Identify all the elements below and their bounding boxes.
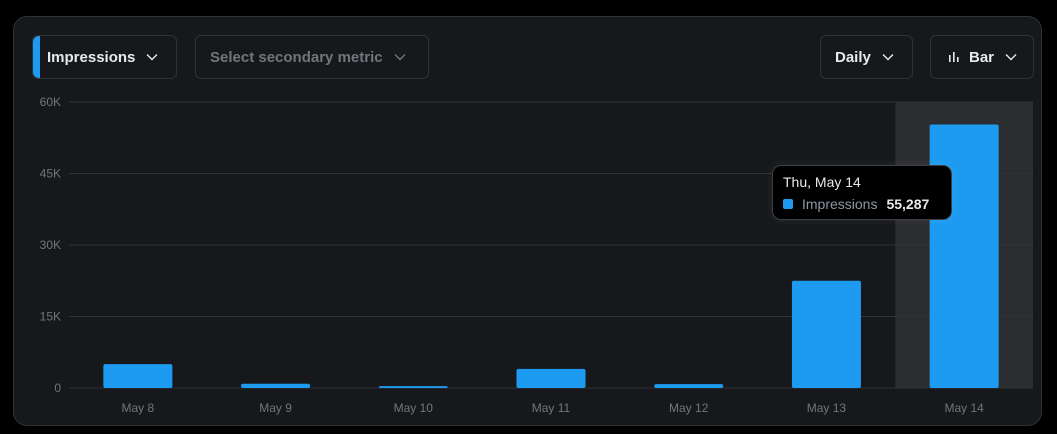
tooltip-row: Impressions 55,287 bbox=[783, 196, 941, 212]
y-tick-label: 45K bbox=[40, 167, 61, 181]
y-tick-label: 60K bbox=[40, 95, 61, 109]
tooltip-date: Thu, May 14 bbox=[783, 174, 861, 190]
x-tick-label: May 9 bbox=[259, 401, 292, 415]
bar bbox=[516, 368, 586, 388]
tooltip-swatch bbox=[783, 199, 793, 209]
y-tick-label: 30K bbox=[40, 238, 61, 252]
bar bbox=[929, 124, 999, 388]
x-tick-label: May 12 bbox=[669, 401, 709, 415]
y-tick-label: 15K bbox=[40, 310, 61, 324]
tooltip-series-name: Impressions bbox=[802, 196, 878, 212]
bar bbox=[103, 364, 173, 388]
x-tick-label: May 14 bbox=[944, 401, 984, 415]
x-tick-label: May 13 bbox=[807, 401, 847, 415]
x-tick-label: May 10 bbox=[394, 401, 434, 415]
tooltip-value: 55,287 bbox=[886, 196, 930, 212]
x-tick-label: May 8 bbox=[122, 401, 155, 415]
y-tick-label: 0 bbox=[54, 381, 61, 395]
bar bbox=[241, 383, 311, 388]
bar bbox=[378, 386, 448, 388]
chart-tooltip: Thu, May 14 Impressions 55,287 bbox=[772, 165, 952, 220]
bar bbox=[791, 280, 861, 388]
chart-panel: Impressions Select secondary metric Dail… bbox=[13, 16, 1042, 426]
bar bbox=[654, 384, 724, 388]
x-tick-label: May 11 bbox=[532, 401, 571, 415]
bar-chart: 0 15K 30K 45K 60K May 8 May 9 May 10 May 11 May 1… bbox=[40, 95, 1033, 415]
